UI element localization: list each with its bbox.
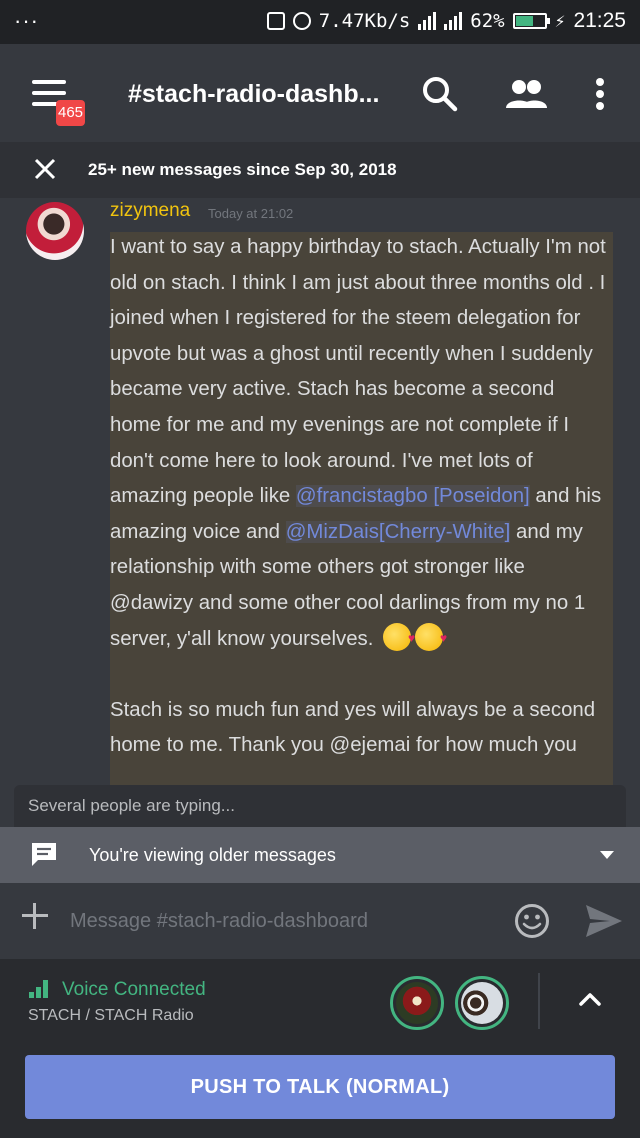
chat-bubble-icon (32, 843, 56, 866)
vibrate-icon (266, 12, 285, 30)
battery-percent: 62% (470, 10, 505, 32)
close-icon[interactable] (32, 156, 58, 182)
status-bar: ··· 7.47Kb/s 62% ⚡ 21:25 (0, 0, 640, 44)
status-icons: 7.47Kb/s 62% ⚡ 21:25 (266, 9, 626, 33)
emoji-picker-icon[interactable] (514, 903, 550, 939)
clock: 21:25 (573, 9, 626, 32)
new-messages-bar[interactable]: 25+ new messages since Sep 30, 2018 (0, 142, 640, 198)
kissing-heart-emoji-icon (383, 621, 415, 656)
channel-title: #stach-radio-dashb... (128, 80, 380, 108)
message-paragraph-1: I want to say a happy birthday to stach.… (110, 230, 610, 657)
older-messages-text: You're viewing older messages (89, 845, 336, 865)
message-timestamp: Today at 21:02 (208, 206, 294, 221)
message-text: I want to say a happy birthday to stach.… (110, 236, 606, 508)
message-composer (0, 883, 640, 959)
add-attachment-icon[interactable] (22, 903, 48, 929)
members-icon[interactable] (504, 74, 548, 114)
signal-icon (418, 12, 437, 30)
avatar[interactable] (26, 202, 84, 260)
channel-header: 465 #stach-radio-dashb... (0, 44, 640, 142)
battery-fill (515, 16, 533, 26)
kissing-heart-emoji-icon (415, 621, 447, 656)
new-messages-text: 25+ new messages since Sep 30, 2018 (88, 160, 397, 179)
typing-indicator: Several people are typing... (14, 785, 626, 827)
older-messages-bar[interactable]: You're viewing older messages (0, 827, 640, 883)
notification-dots: ··· (14, 8, 39, 33)
alarm-icon (292, 12, 311, 30)
caret-down-icon[interactable] (600, 851, 614, 859)
typing-text: Several people are typing... (28, 796, 235, 815)
voice-participant-avatar[interactable] (455, 976, 509, 1030)
overflow-menu-icon[interactable] (584, 74, 616, 114)
charging-icon: ⚡ (554, 10, 566, 32)
push-to-talk-button[interactable]: PUSH TO TALK (NORMAL) (25, 1055, 615, 1119)
signal-2-icon (444, 12, 463, 30)
network-speed: 7.47Kb/s (318, 10, 411, 32)
voice-channel[interactable]: STACH / STACH Radio (28, 1007, 194, 1025)
app-root: ··· 7.47Kb/s 62% ⚡ 21:25 465 #stach-radi… (0, 0, 640, 1138)
chevron-up-icon[interactable] (578, 991, 602, 1007)
voice-participant-avatar[interactable] (390, 976, 444, 1030)
divider (538, 973, 540, 1029)
search-icon[interactable] (420, 74, 460, 114)
paragraph-spacer (110, 657, 610, 693)
unread-badge: 465 (56, 100, 86, 126)
message-paragraph-2: Stach is so much fun and yes will always… (110, 698, 596, 757)
send-icon[interactable] (584, 903, 624, 939)
voice-panel: Voice Connected STACH / STACH Radio PUSH… (0, 959, 640, 1138)
message-input[interactable] (70, 903, 490, 939)
mention-link[interactable]: @francistagbo [Poseidon] (295, 485, 530, 508)
battery-icon (512, 13, 550, 29)
voice-signal-icon (29, 980, 48, 998)
mention-link[interactable]: @MizDais[Cherry-White] (285, 520, 511, 543)
voice-status: Voice Connected (62, 979, 206, 1000)
message-body: I want to say a happy birthday to stach.… (110, 230, 610, 764)
message-author[interactable]: zizymena (110, 200, 190, 222)
